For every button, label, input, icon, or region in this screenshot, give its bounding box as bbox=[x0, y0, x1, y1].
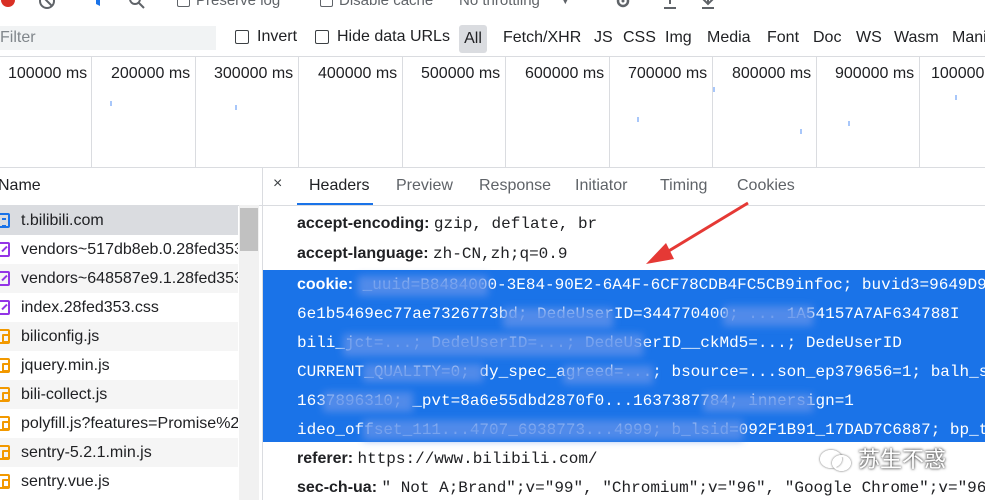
annotation-arrow-icon bbox=[646, 201, 749, 264]
watermark: 苏生不惑 bbox=[820, 442, 946, 474]
wechat-icon bbox=[820, 446, 851, 471]
watermark-text: 苏生不惑 bbox=[858, 447, 947, 472]
